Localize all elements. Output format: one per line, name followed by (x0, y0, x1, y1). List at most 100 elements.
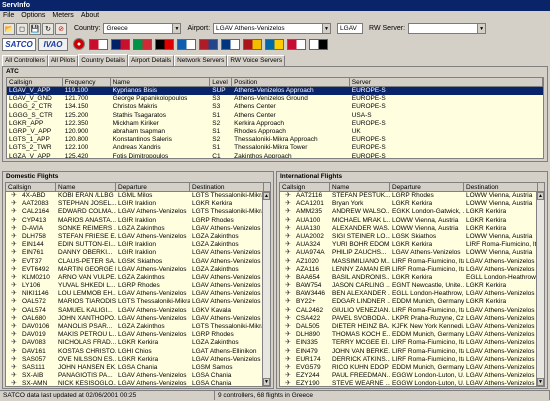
save-icon[interactable]: 💾 (29, 22, 41, 35)
tab-airport-details[interactable]: Airport Details (127, 55, 175, 66)
column-header[interactable]: Destination (190, 183, 264, 191)
table-row[interactable]: ✈ DAV019 MAKIS PETROU L... LGAV Athens-Veni… (6, 331, 270, 339)
table-row[interactable]: ✈ 4X-ABD KOBI ERAN /LLBG LGML Milos LGTS The… (6, 192, 270, 200)
table-row[interactable]: LGAV_V_APP 119.100 Kyprianos Bisis SUP Athen… (7, 87, 543, 96)
column-header[interactable]: Callsign (7, 78, 63, 86)
domestic-scrollbar[interactable]: ▲ ▼ (262, 192, 270, 386)
stop-icon[interactable]: ● (73, 38, 85, 50)
tab-country-details[interactable]: Country Details (78, 54, 128, 66)
table-row[interactable]: ✈ DAL505 DIETER HEINZ BA... KJFK New York K… (280, 323, 544, 331)
flag-icon[interactable] (155, 38, 174, 50)
column-header[interactable]: Level (210, 78, 233, 86)
flag-icon[interactable] (199, 38, 218, 50)
column-header[interactable]: Position (232, 78, 350, 86)
column-header[interactable]: Callsign (280, 183, 330, 191)
table-row[interactable]: LGRP_V_APP 120.900 abraham tsapman S1 Rhodes… (7, 128, 543, 136)
table-row[interactable]: ✈ CAL2462 GIULIO VENEZIAN... LIRF Roma-Fium… (280, 307, 544, 315)
menu-options[interactable]: Options (21, 11, 45, 21)
table-row[interactable]: ✈ AAT2116 STEFAN PESTUK... LGRP Rhodes LOWW … (280, 192, 544, 200)
menu-meters[interactable]: Meters (52, 11, 73, 21)
table-row[interactable]: ✈ SX-AMN NICK KESISOGLO... LGAV Athens-Veni… (6, 380, 270, 386)
scroll-up-icon[interactable]: ▲ (263, 192, 270, 200)
table-row[interactable]: ✈ EZY190 STEVE WEARNE ... EGGW London-Luton… (280, 380, 544, 386)
flag-icon[interactable] (309, 38, 328, 50)
table-row[interactable]: ✈ SAS111 JOHN HANSEN EK... LGSA Chania LGSM … (6, 364, 270, 372)
table-row[interactable]: ✈ AUA324 YURI BOHR EDOM LGKR Kerkira LIRF Ro… (280, 241, 544, 249)
table-row[interactable]: ✈ AAT2083 STEPHAN JOSEL... LGIR Iraklion LGK… (6, 200, 270, 208)
table-row[interactable]: ✈ CYP413 MARIOS ANASTA... LGIR Iraklion LGRP… (6, 217, 270, 225)
table-row[interactable]: ✈ BAW3446 BEN ALEXANDER ... EGLL London-Hea… (280, 290, 544, 298)
column-header[interactable]: Destination (464, 183, 538, 191)
tab-network-servers[interactable]: Network Servers (174, 55, 228, 66)
table-row[interactable]: ✈ AMM235 ANDREW WALSO... EGKK London-Gatwic… (280, 208, 544, 216)
column-header[interactable]: Name (111, 78, 211, 86)
rwserver-select[interactable]: ▼ (408, 23, 487, 34)
table-row[interactable]: LGGG_S_CTR 125.200 Stathis Tsagaratos S1 Ath… (7, 112, 543, 120)
country-select[interactable]: Greece ▼ (103, 23, 182, 34)
table-row[interactable]: ✈ EZY244 PAUL FREEDMAN... EGGW London-Luton… (280, 372, 544, 380)
scroll-down-icon[interactable]: ▼ (537, 378, 544, 386)
refresh-icon[interactable]: ↻ (42, 22, 54, 35)
table-row[interactable]: ✈ DAV0106 MANOLIS PSAR... LGZA Zakinthos LGT… (6, 323, 270, 331)
table-row[interactable]: ✈ CSA422 PAVEL SVOBODA... LKPR Praha-Ruzyne… (280, 315, 544, 323)
table-row[interactable]: ✈ EVG579 RICO KUHN EDOP EDDM Munich, German… (280, 364, 544, 372)
table-row[interactable]: ✈ LY106 YUVAL SHKEDI L... LGRP Rhodes LGAV A… (6, 282, 270, 290)
table-row[interactable]: ✈ CAL2164 EDWARD COLMA... LGAV Athens-Veniz… (6, 208, 270, 216)
table-row[interactable]: ✈ EIN761 DANNY OBERKI... LGIR Iraklion LGAV … (6, 249, 270, 257)
table-row[interactable]: LGTS_2_TWR 122.100 Andreas Xandris S1 Thessa… (7, 144, 543, 152)
table-row[interactable]: ✈ EIN335 TERRY MCGEE EI... LIRF Roma-Fiumic… (280, 339, 544, 347)
airport-select[interactable]: LGAV Athens-Venizelos ▼ (213, 23, 332, 34)
table-row[interactable]: LGAV_V_GND 121.700 George Papanikolopoulos… (7, 95, 543, 103)
table-row[interactable]: ✈ EVT6492 MARTIN GEORGE E...LGAV Athens-Ve… (6, 266, 270, 274)
column-header[interactable]: Departure (116, 183, 190, 191)
table-row[interactable]: ✈ BY22+ EDGAR LINDNER ... EDDM Munich, Germ… (280, 298, 544, 306)
table-row[interactable]: ✈ OAL572 MARIOS TIARODIS... LGTS Thessaloni… (6, 298, 270, 306)
satco-logo[interactable]: SATCO (2, 37, 36, 51)
table-row[interactable]: ✈ SX-AIB PANAGIOTIS PA... LGAV Athens-Veniz… (6, 372, 270, 380)
table-row[interactable]: LGKR_APP 122.350 Mickham Kiriker S2 Kerkira … (7, 120, 543, 128)
ivao-logo[interactable]: IVAO (38, 37, 68, 51)
table-row[interactable]: ✈ DLH758 STEFAN FRIESE E... LGAV Athens-Ven… (6, 233, 270, 241)
column-header[interactable]: Name (330, 183, 390, 191)
column-header[interactable]: Name (56, 183, 116, 191)
disconnect-icon[interactable]: ⊘ (55, 22, 67, 35)
icao-input[interactable]: LGAV (337, 23, 364, 34)
column-header[interactable]: Frequency (63, 78, 111, 86)
table-row[interactable]: ✈ AUA974A PHILIP ZAUCHS... LGAV Athens-Veni… (280, 249, 544, 257)
column-header[interactable]: Callsign (6, 183, 56, 191)
table-row[interactable]: ✈ AZ1020 MASSIMILIANO M... LIRF Roma-Fiumic… (280, 258, 544, 266)
table-row[interactable]: ✈ D-AVIA SONKE REIMERS ... LGZA Zakinthos LG… (6, 225, 270, 233)
table-row[interactable]: ✈ EIN479 JOHN VAN BERKE... LIRF Roma-Fiumic… (280, 348, 544, 356)
tab-all-controllers[interactable]: All Controllers (2, 55, 48, 66)
table-row[interactable]: ✈ EIN144 EDIN SUTTON-EI... LGIR Iraklion LGZ… (6, 241, 270, 249)
flag-icon[interactable] (221, 38, 240, 50)
table-row[interactable]: ✈ EUR174 DERRICK ATKINS... LIRF Roma-Fiumic… (280, 356, 544, 364)
column-header[interactable]: Server (350, 78, 543, 86)
table-row[interactable]: ✈ SAS057 OVE NILSSON ES... LGKR Kerkira LGAV… (6, 356, 270, 364)
scroll-down-icon[interactable]: ▼ (263, 378, 270, 386)
table-row[interactable]: ✈ DAV083 NICHOLAS FRAD... LGKR Kerkira LGZA … (6, 339, 270, 347)
table-row[interactable]: ✈ AUA100 MICHAEL MRAK L... LOWW Vienna, Aus… (280, 217, 544, 225)
scroll-up-icon[interactable]: ▲ (537, 192, 544, 200)
table-row[interactable]: ✈ OAL680 JOHN XANTHOPO... LGAV Athens-Veniz… (6, 315, 270, 323)
table-row[interactable]: LGTS_1_APP 120.800 Konstantinos Saleris S2 T… (7, 136, 543, 144)
table-row[interactable]: ✈ AUA2002 SIGI STEINER LO... LGSK Skiathos L… (280, 233, 544, 241)
table-row[interactable]: ✈ BAA654 BASIL ANDRONIS... LGKR Kerkira EGLL… (280, 274, 544, 282)
tab-rw-voice-servers[interactable]: RW Voice Servers (227, 55, 286, 66)
open-icon[interactable]: 📂 (3, 22, 15, 35)
flag-icon[interactable] (177, 38, 196, 50)
flag-icon[interactable] (243, 38, 262, 50)
flag-icon[interactable] (287, 38, 306, 50)
table-row[interactable]: ✈ OAL574 SAMUEL KALIGI... LGAV Athens-Veniz… (6, 307, 270, 315)
table-row[interactable]: ✈ AUA130 ALEXANDER WAS... LOWW Vienna, Aust… (280, 225, 544, 233)
table-row[interactable]: ✈ BAW754 JASON CARLING ... EGNT Newcastle, … (280, 282, 544, 290)
menu-about[interactable]: About (81, 11, 99, 21)
menu-file[interactable]: File (3, 11, 14, 21)
table-row[interactable]: ✈ AZA116 LENNY ZAMAN EIR... LIRF Roma-Fiumi… (280, 266, 544, 274)
international-scrollbar[interactable]: ▲ ▼ (536, 192, 544, 386)
flag-icon[interactable] (89, 38, 108, 50)
table-row[interactable]: ✈ EVT37 CLAUS-PETER SA... LGSK Skiathos LGAV… (6, 258, 270, 266)
flag-icon[interactable] (133, 38, 152, 50)
new-icon[interactable]: ◻ (16, 22, 28, 35)
table-row[interactable]: ✈ DLH890 THOMAS KOCH E... EDDM Munich, Germ… (280, 331, 544, 339)
